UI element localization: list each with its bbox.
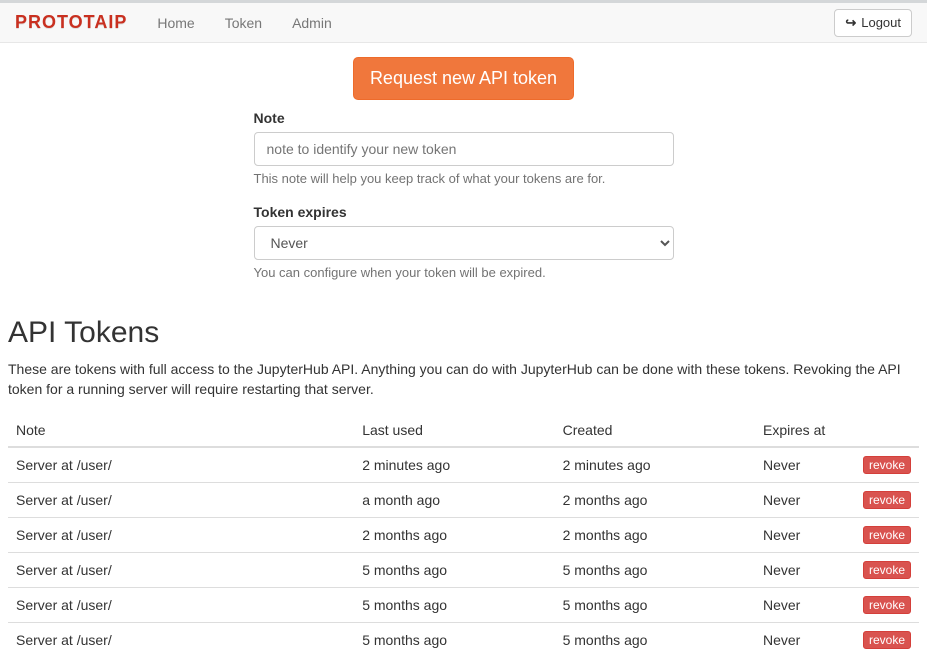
cell-note: Server at /user/ bbox=[8, 622, 354, 651]
col-action bbox=[846, 414, 919, 447]
cell-action: revoke bbox=[846, 517, 919, 552]
cell-note: Server at /user/ bbox=[8, 482, 354, 517]
cell-action: revoke bbox=[846, 587, 919, 622]
revoke-button[interactable]: revoke bbox=[863, 526, 911, 544]
brand-logo: PROTOTAIP bbox=[15, 12, 142, 33]
cell-last-used: a month ago bbox=[354, 482, 554, 517]
table-row: Server at /user/2 months ago2 months ago… bbox=[8, 517, 919, 552]
cell-expires: Never bbox=[755, 482, 846, 517]
cell-action: revoke bbox=[846, 552, 919, 587]
tokens-table: Note Last used Created Expires at Server… bbox=[8, 414, 919, 651]
col-note: Note bbox=[8, 414, 354, 447]
cell-note: Server at /user/ bbox=[8, 447, 354, 483]
revoke-button[interactable]: revoke bbox=[863, 456, 911, 474]
tokens-header-row: Note Last used Created Expires at bbox=[8, 414, 919, 447]
cell-created: 5 months ago bbox=[555, 587, 755, 622]
col-expires: Expires at bbox=[755, 414, 846, 447]
expires-group: Token expires Never You can configure wh… bbox=[254, 204, 674, 280]
note-group: Note This note will help you keep track … bbox=[254, 110, 674, 186]
table-row: Server at /user/5 months ago5 months ago… bbox=[8, 552, 919, 587]
cell-note: Server at /user/ bbox=[8, 517, 354, 552]
cell-created: 2 months ago bbox=[555, 482, 755, 517]
cell-created: 5 months ago bbox=[555, 622, 755, 651]
cell-expires: Never bbox=[755, 517, 846, 552]
cell-created: 5 months ago bbox=[555, 552, 755, 587]
cell-created: 2 months ago bbox=[555, 517, 755, 552]
revoke-button[interactable]: revoke bbox=[863, 596, 911, 614]
revoke-button[interactable]: revoke bbox=[863, 561, 911, 579]
table-row: Server at /user/2 minutes ago2 minutes a… bbox=[8, 447, 919, 483]
note-help: This note will help you keep track of wh… bbox=[254, 171, 674, 186]
cell-created: 2 minutes ago bbox=[555, 447, 755, 483]
cell-note: Server at /user/ bbox=[8, 587, 354, 622]
col-created: Created bbox=[555, 414, 755, 447]
table-row: Server at /user/5 months ago5 months ago… bbox=[8, 587, 919, 622]
cell-last-used: 5 months ago bbox=[354, 587, 554, 622]
revoke-button[interactable]: revoke bbox=[863, 491, 911, 509]
tokens-heading: API Tokens bbox=[8, 316, 919, 350]
nav-home[interactable]: Home bbox=[142, 5, 209, 41]
logout-icon: ↪ bbox=[845, 15, 856, 31]
cell-last-used: 2 months ago bbox=[354, 517, 554, 552]
cell-note: Server at /user/ bbox=[8, 552, 354, 587]
tokens-description: These are tokens with full access to the… bbox=[8, 360, 919, 400]
cell-action: revoke bbox=[846, 447, 919, 483]
revoke-button[interactable]: revoke bbox=[863, 631, 911, 649]
logout-label: Logout bbox=[861, 15, 901, 30]
note-input[interactable] bbox=[254, 132, 674, 166]
cell-last-used: 5 months ago bbox=[354, 622, 554, 651]
cell-action: revoke bbox=[846, 482, 919, 517]
table-row: Server at /user/a month ago2 months agoN… bbox=[8, 482, 919, 517]
expires-label: Token expires bbox=[254, 204, 674, 220]
logout-button[interactable]: ↪ Logout bbox=[834, 9, 912, 37]
user-name bbox=[754, 9, 824, 37]
cell-expires: Never bbox=[755, 622, 846, 651]
cell-expires: Never bbox=[755, 552, 846, 587]
cell-expires: Never bbox=[755, 587, 846, 622]
note-label: Note bbox=[254, 110, 674, 126]
expires-help: You can configure when your token will b… bbox=[254, 265, 674, 280]
expires-select[interactable]: Never bbox=[254, 226, 674, 260]
tokens-section: API Tokens These are tokens with full ac… bbox=[0, 316, 927, 651]
navbar: PROTOTAIP Home Token Admin ↪ Logout bbox=[0, 3, 927, 43]
nav-token[interactable]: Token bbox=[210, 5, 277, 41]
nav-admin[interactable]: Admin bbox=[277, 5, 347, 41]
cell-last-used: 2 minutes ago bbox=[354, 447, 554, 483]
table-row: Server at /user/5 months ago5 months ago… bbox=[8, 622, 919, 651]
nav-links: Home Token Admin bbox=[142, 5, 346, 41]
cell-expires: Never bbox=[755, 447, 846, 483]
col-lastused: Last used bbox=[354, 414, 554, 447]
request-token-button[interactable]: Request new API token bbox=[353, 57, 574, 100]
cell-last-used: 5 months ago bbox=[354, 552, 554, 587]
cell-action: revoke bbox=[846, 622, 919, 651]
